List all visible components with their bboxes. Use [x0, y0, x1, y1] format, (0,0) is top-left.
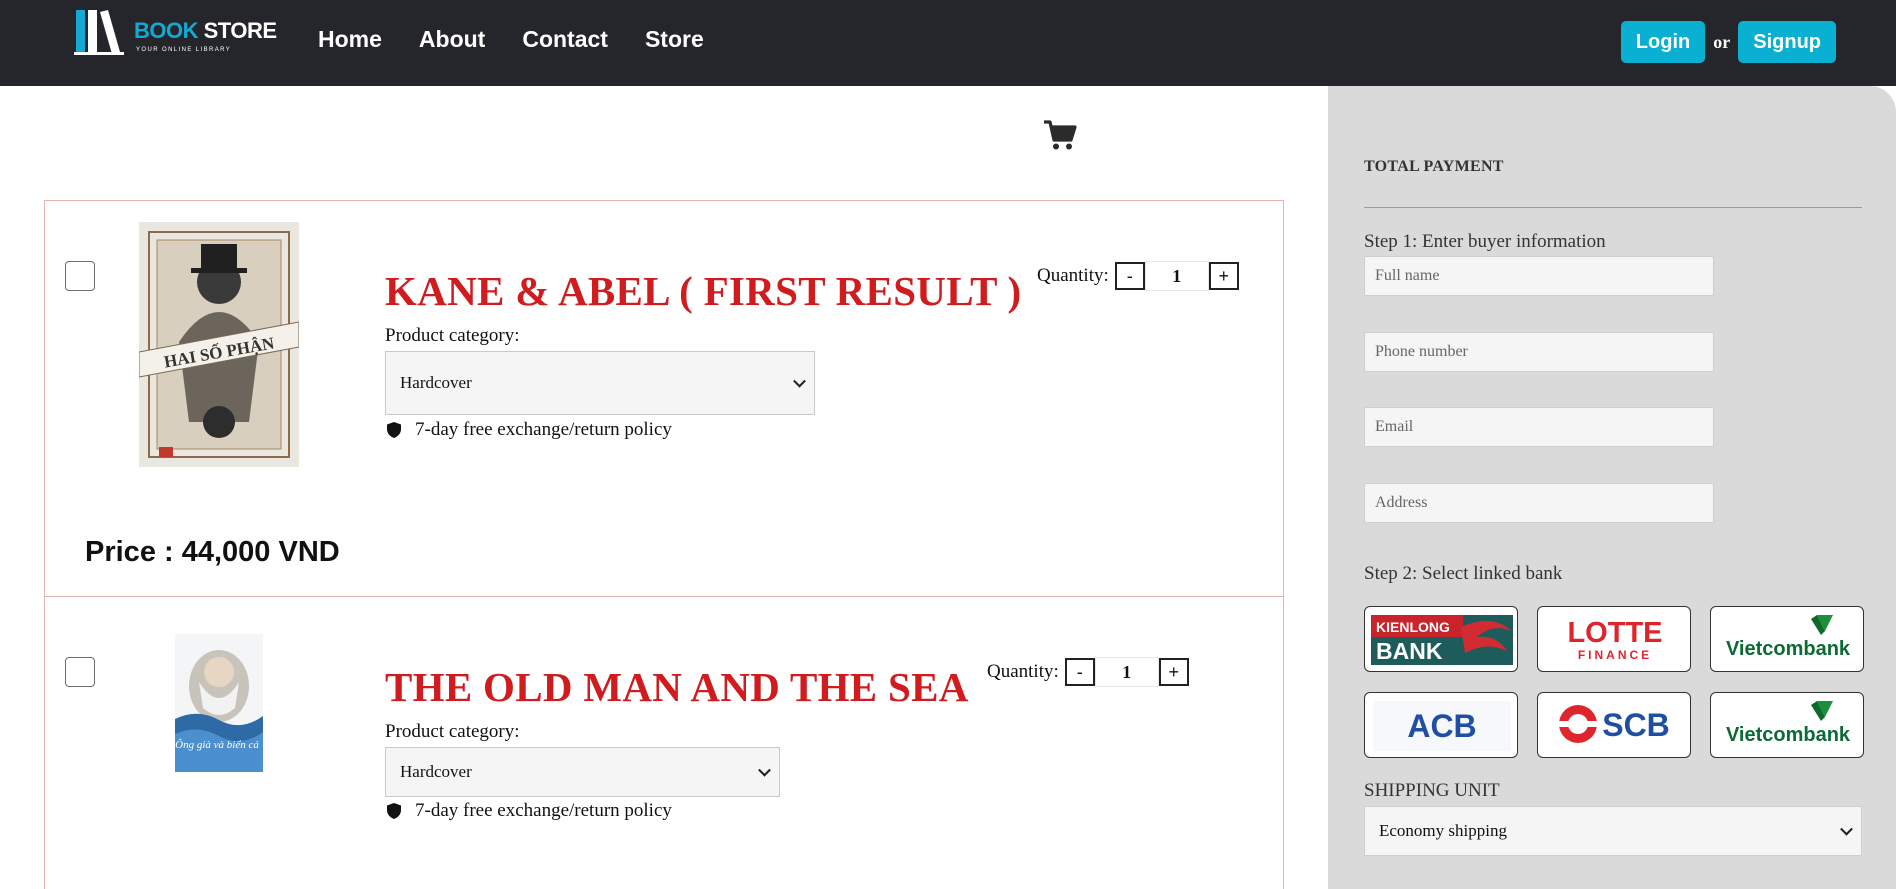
step1-label: Step 1: Enter buyer information	[1364, 231, 1606, 252]
scb-logo: SCB	[1558, 705, 1670, 743]
kienlong-line2: BANK	[1376, 638, 1443, 664]
kienlong-line1: KIENLONG	[1376, 619, 1450, 635]
product-title[interactable]: KANE & ABEL ( FIRST RESULT )	[385, 267, 1022, 315]
or-label: or	[1713, 31, 1731, 52]
login-button[interactable]: Login	[1620, 21, 1706, 63]
chevron-down-icon	[793, 374, 806, 388]
acb-logo: ACB	[1373, 701, 1511, 751]
bank-option-kienlong[interactable]: KIENLONG BANK	[1364, 606, 1518, 672]
vietcombank-logo: Vietcombank	[1726, 701, 1851, 746]
nav-store[interactable]: Store	[645, 26, 704, 53]
book-cover-art: HAI SỐ PHẬN	[139, 222, 299, 467]
brand-tagline: YOUR ONLINE LIBRARY	[136, 47, 232, 53]
site-header: BOOK STORE YOUR ONLINE LIBRARY Home Abou…	[0, 0, 1896, 86]
quantity-decrease-button[interactable]: -	[1114, 262, 1145, 290]
cart-item: HAI SỐ PHẬN KANE & ABEL ( FIRST RESULT )…	[44, 200, 1284, 597]
shopping-cart-icon[interactable]	[1043, 118, 1077, 152]
email-field[interactable]: Email	[1364, 407, 1714, 447]
chevron-down-icon	[758, 763, 771, 777]
category-select[interactable]: Hardcover	[385, 747, 780, 797]
acb-text: ACB	[1407, 708, 1476, 744]
book-cover-image[interactable]: Ông già và biển cả	[175, 624, 263, 772]
chevron-down-icon	[1840, 822, 1853, 836]
quantity-increase-button[interactable]: +	[1208, 262, 1239, 290]
shipping-unit-select[interactable]: Economy shipping	[1364, 806, 1862, 856]
phone-number-field[interactable]: Phone number	[1364, 332, 1714, 372]
bank-option-scb[interactable]: SCB	[1537, 692, 1691, 758]
bank-option-acb[interactable]: ACB	[1364, 692, 1518, 758]
category-select-value: Hardcover	[400, 373, 472, 392]
category-select-value: Hardcover	[400, 762, 472, 781]
kienlong-bank-logo: KIENLONG BANK	[1371, 615, 1513, 665]
item-select-checkbox[interactable]	[65, 261, 95, 291]
category-label: Product category:	[385, 721, 520, 742]
nav-about[interactable]: About	[419, 26, 485, 53]
category-label: Product category:	[385, 325, 520, 346]
quantity-decrease-button[interactable]: -	[1064, 658, 1095, 686]
shield-icon	[387, 422, 401, 438]
quantity-label: Quantity:	[1037, 265, 1109, 286]
shipping-unit-label: SHIPPING UNIT	[1364, 780, 1500, 801]
vietcombank-text: Vietcombank	[1726, 724, 1851, 746]
books-logo-icon	[74, 10, 124, 55]
auth-buttons: Login or Signup	[1620, 21, 1836, 63]
signup-button[interactable]: Signup	[1738, 21, 1836, 63]
quantity-input[interactable]: 1	[1144, 261, 1209, 291]
payment-sidebar: TOTAL PAYMENT Step 1: Enter buyer inform…	[1328, 86, 1896, 889]
return-policy: 7-day free exchange/return policy	[385, 800, 672, 822]
vietcombank-text: Vietcombank	[1726, 638, 1851, 660]
return-policy: 7-day free exchange/return policy	[385, 419, 672, 441]
scb-text: SCB	[1602, 707, 1670, 743]
full-name-field[interactable]: Full name	[1364, 256, 1714, 296]
address-field[interactable]: Address	[1364, 483, 1714, 523]
book-cover-image[interactable]: HAI SỐ PHẬN	[139, 222, 299, 467]
divider	[1364, 207, 1862, 208]
item-select-checkbox[interactable]	[65, 657, 95, 687]
cart-item: Ông già và biển cả THE OLD MAN AND THE S…	[44, 597, 1284, 889]
product-price: Price : 44,000 VND	[85, 536, 340, 568]
brand-name: BOOK STORE	[134, 18, 277, 44]
lotte-finance-logo: LOTTE FINANCE	[1567, 617, 1662, 662]
cover-title-text: Ông già và biển cả	[175, 739, 259, 751]
quantity-increase-button[interactable]: +	[1158, 658, 1189, 686]
brand-name-part1: BOOK	[134, 18, 199, 43]
category-select[interactable]: Hardcover	[385, 351, 815, 415]
bank-option-vietcombank[interactable]: Vietcombank	[1710, 692, 1864, 758]
bank-option-vietcombank[interactable]: Vietcombank	[1710, 606, 1864, 672]
quantity-stepper: Quantity: - 1 +	[1037, 261, 1239, 291]
step2-label: Step 2: Select linked bank	[1364, 563, 1563, 584]
main-nav: Home About Contact Store	[318, 26, 704, 53]
book-cover-art: Ông già và biển cả	[175, 624, 263, 772]
brand-name-part2: STORE	[198, 18, 277, 43]
quantity-label: Quantity:	[987, 661, 1059, 682]
quantity-input[interactable]: 1	[1094, 657, 1159, 687]
shipping-unit-value: Economy shipping	[1379, 821, 1507, 840]
bank-option-lotte[interactable]: LOTTE FINANCE	[1537, 606, 1691, 672]
total-payment-title: TOTAL PAYMENT	[1364, 158, 1504, 175]
lotte-line1: LOTTE	[1567, 617, 1662, 649]
vietcombank-logo: Vietcombank	[1726, 615, 1851, 660]
return-policy-text: 7-day free exchange/return policy	[415, 419, 672, 440]
lotte-line2: FINANCE	[1578, 648, 1652, 662]
quantity-stepper: Quantity: - 1 +	[987, 657, 1189, 687]
nav-home[interactable]: Home	[318, 26, 382, 53]
return-policy-text: 7-day free exchange/return policy	[415, 800, 672, 821]
brand-logo[interactable]: BOOK STORE YOUR ONLINE LIBRARY	[74, 6, 277, 56]
shield-icon	[387, 803, 401, 819]
product-title[interactable]: THE OLD MAN AND THE SEA	[385, 663, 969, 711]
nav-contact[interactable]: Contact	[522, 26, 608, 53]
